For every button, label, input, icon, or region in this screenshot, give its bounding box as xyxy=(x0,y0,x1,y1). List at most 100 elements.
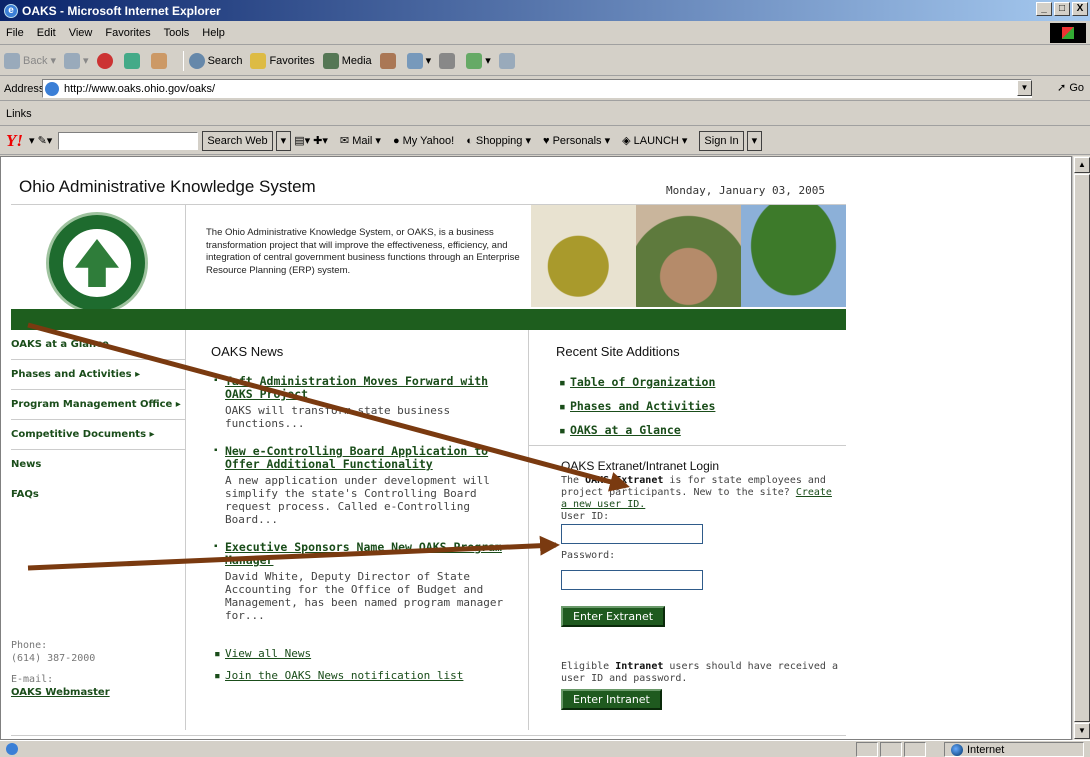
discuss-button[interactable] xyxy=(498,52,518,69)
personals-link[interactable]: ♥ Personals ▾ xyxy=(543,134,610,147)
edit-button[interactable]: ▾ xyxy=(466,52,491,69)
yahoo-toolbar: Y! ▾ ✎▾ Search Web ▾ ▤▾ ✚▾ ✉ Mail ▾ ● My… xyxy=(0,127,1090,155)
email-label: E-mail: xyxy=(11,674,54,685)
my-yahoo-link[interactable]: ● My Yahoo! xyxy=(393,135,454,147)
favorites-button[interactable]: Favorites xyxy=(250,52,315,69)
status-cell xyxy=(880,742,902,757)
nav-competitive-documents[interactable]: Competitive Documents ▸ xyxy=(11,420,186,450)
menu-tools[interactable]: Tools xyxy=(164,27,190,39)
enter-intranet-button[interactable]: Enter Intranet xyxy=(561,689,662,710)
news-item: ▪ New e-Controlling Board Application to… xyxy=(211,445,521,527)
sign-in-button[interactable]: Sign In xyxy=(699,130,744,151)
recent-item-link[interactable]: ▪ Table of Organization xyxy=(556,375,846,389)
join-news-list-link[interactable]: ▪ Join the OAKS News notification list xyxy=(211,669,463,682)
phone-label: Phone: xyxy=(11,640,48,651)
page-status-icon xyxy=(6,743,18,755)
recent-item-link[interactable]: ▪ Phases and Activities xyxy=(556,399,846,413)
refresh-button[interactable] xyxy=(123,52,143,69)
enter-extranet-button[interactable]: Enter Extranet xyxy=(561,606,666,627)
menu-file[interactable]: File xyxy=(6,27,24,39)
login-heading: OAKS Extranet/Intranet Login xyxy=(561,459,720,473)
launch-link[interactable]: ◈ LAUNCH ▾ xyxy=(622,134,687,147)
address-url: http://www.oaks.ohio.gov/oaks/ xyxy=(64,82,216,95)
address-label: Address xyxy=(4,82,45,95)
standard-toolbar: Back ▾ ▾ Search Favorites Media ▾ ▾ xyxy=(0,46,1090,76)
address-input[interactable]: http://www.oaks.ohio.gov/oaks/ xyxy=(42,79,1032,98)
nav-program-management-office[interactable]: Program Management Office ▸ xyxy=(11,390,186,420)
back-button[interactable]: Back ▾ xyxy=(4,52,56,69)
search-icon xyxy=(188,52,205,69)
star-icon xyxy=(250,52,267,69)
toolbar-separator xyxy=(182,50,184,71)
menu-bar: File Edit View Favorites Tools Help xyxy=(0,21,1090,45)
scroll-up-button[interactable]: ▲ xyxy=(1074,157,1090,173)
search-web-button[interactable]: Search Web xyxy=(202,130,273,151)
scroll-down-button[interactable]: ▼ xyxy=(1074,723,1090,739)
password-label: Password: xyxy=(561,550,616,561)
password-input[interactable] xyxy=(561,570,703,590)
yahoo-menu-arrow[interactable]: ▾ ✎▾ xyxy=(29,134,52,147)
home-button[interactable] xyxy=(150,52,170,69)
menu-view[interactable]: View xyxy=(69,27,93,39)
news-summary: OAKS will transform state business funct… xyxy=(225,404,451,430)
address-dropdown[interactable]: ▼ xyxy=(1017,80,1032,96)
links-bar[interactable]: Links xyxy=(0,102,1090,126)
webmaster-link[interactable]: OAKS Webmaster xyxy=(11,687,110,698)
news-section: OAKS News ▪ Taft Administration Moves Fo… xyxy=(211,344,521,637)
page-icon xyxy=(45,81,59,96)
maximize-button[interactable]: □ xyxy=(1054,2,1070,16)
menu-favorites[interactable]: Favorites xyxy=(105,27,150,39)
oak-tree-photo xyxy=(741,205,846,307)
print-button[interactable] xyxy=(439,52,458,69)
nav-phases-and-activities[interactable]: Phases and Activities ▸ xyxy=(11,360,186,390)
window-title: OAKS - Microsoft Internet Explorer xyxy=(22,3,221,18)
media-icon xyxy=(322,52,339,69)
news-title-link[interactable]: New e-Controlling Board Application to O… xyxy=(225,445,521,471)
seedling-photo xyxy=(636,205,741,307)
mail-menu-button[interactable]: ▾ xyxy=(406,52,431,69)
windows-logo-icon xyxy=(1050,23,1086,43)
media-button[interactable]: Media xyxy=(322,52,372,69)
search-web-dropdown[interactable]: ▾ xyxy=(275,130,292,151)
news-title-link[interactable]: Taft Administration Moves Forward with O… xyxy=(225,375,521,401)
yahoo-logo-icon[interactable]: Y! xyxy=(6,131,23,151)
stop-button[interactable] xyxy=(96,52,116,69)
vertical-scrollbar[interactable]: ▲ ▼ xyxy=(1072,156,1090,740)
shopping-link[interactable]: ◐ Shopping ▾ xyxy=(466,134,531,147)
bullet-icon: ▪ xyxy=(214,445,218,456)
recent-additions-section: Recent Site Additions ▪ Table of Organiza… xyxy=(556,344,846,447)
user-id-input[interactable] xyxy=(561,524,703,544)
recent-heading: Recent Site Additions xyxy=(556,344,680,359)
view-all-news-link[interactable]: ▪ View all News xyxy=(211,647,463,660)
green-banner-bar xyxy=(11,309,846,330)
nav-news[interactable]: News xyxy=(11,450,186,480)
news-item: ▪ Taft Administration Moves Forward with… xyxy=(211,375,521,431)
minimize-button[interactable]: _ xyxy=(1036,2,1052,16)
menu-edit[interactable]: Edit xyxy=(37,27,56,39)
recent-item-link[interactable]: ▪ OAKS at a Glance xyxy=(556,423,846,437)
yahoo-search-input[interactable] xyxy=(58,131,199,150)
close-button[interactable]: X xyxy=(1072,2,1088,16)
yahoo-mail-link[interactable]: ✉ Mail ▾ xyxy=(340,134,381,147)
forward-button[interactable]: ▾ xyxy=(64,52,89,69)
go-button[interactable]: ➚ Go xyxy=(1057,81,1084,94)
intro-text: The Ohio Administrative Knowledge System… xyxy=(206,227,520,276)
globe-icon xyxy=(951,743,963,756)
refresh-icon xyxy=(123,52,140,69)
scroll-thumb[interactable] xyxy=(1074,174,1090,722)
search-button[interactable]: Search xyxy=(188,52,242,69)
news-title-link[interactable]: Executive Sponsors Name New OAKS Program… xyxy=(225,541,521,567)
discuss-icon xyxy=(498,52,515,69)
status-bar: Internet xyxy=(0,740,1090,757)
bottom-divider xyxy=(11,735,846,736)
forward-arrow-icon xyxy=(64,52,81,69)
menu-help[interactable]: Help xyxy=(202,27,225,39)
nav-faqs[interactable]: FAQs xyxy=(11,480,186,510)
sign-in-dropdown[interactable]: ▾ xyxy=(746,130,763,151)
mail-icon xyxy=(406,52,423,69)
history-button[interactable] xyxy=(379,52,399,69)
news-column-divider xyxy=(528,330,529,730)
extranet-bold: OAKS Extranet xyxy=(585,475,664,486)
yahoo-highlight-button[interactable]: ▤▾ ✚▾ xyxy=(294,134,328,147)
nav-oaks-at-a-glance[interactable]: OAKS at a Glance xyxy=(11,330,186,360)
